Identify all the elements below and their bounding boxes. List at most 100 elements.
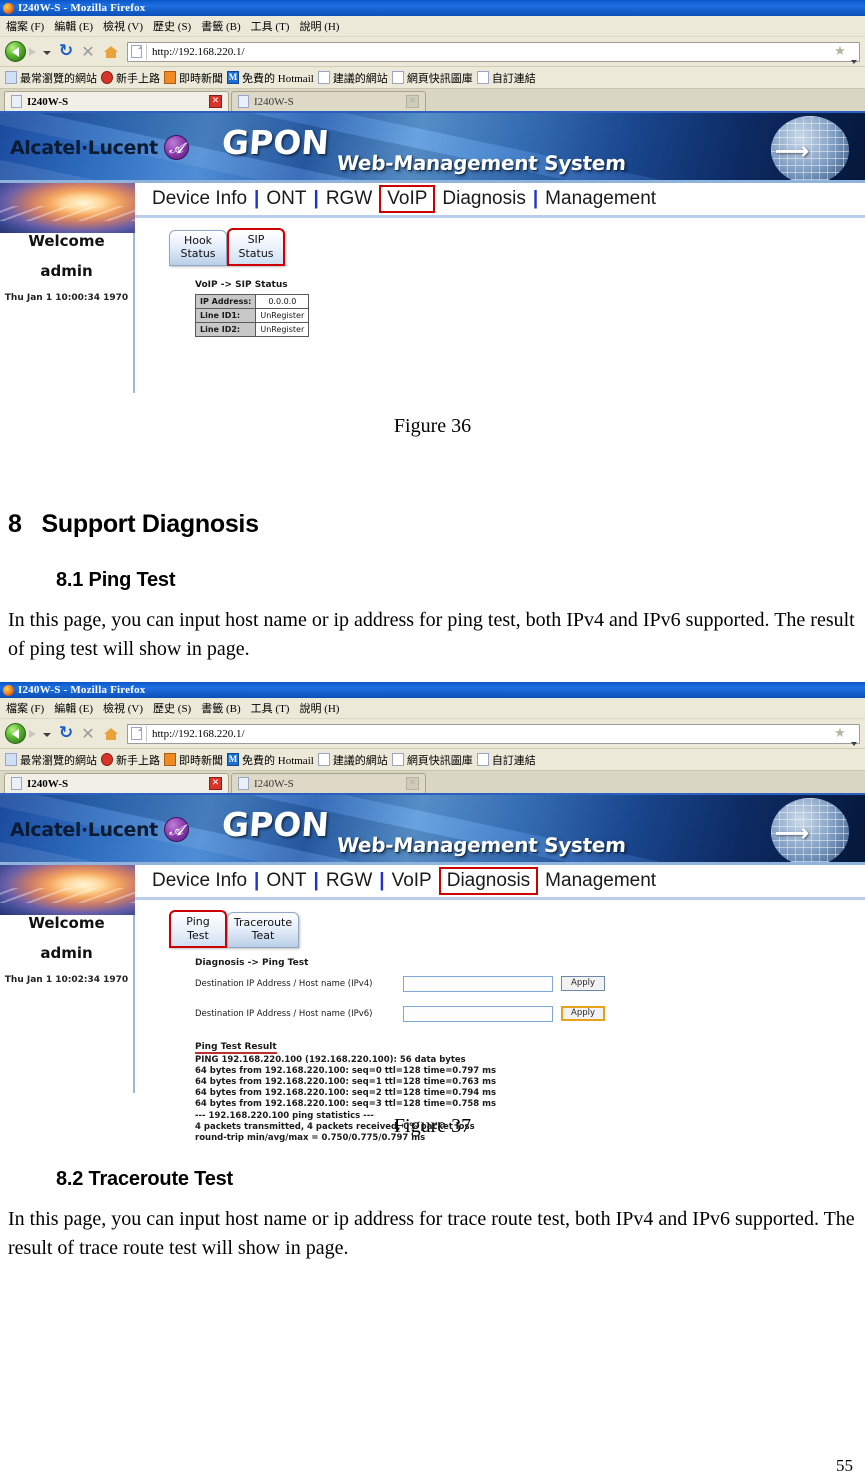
paragraph-8-1: In this page, you can input host name or… — [8, 609, 855, 660]
menu-item-history[interactable]: 歷史 (S) — [153, 18, 191, 34]
browser-tab-active[interactable]: I240W-S ✕ — [4, 91, 229, 111]
bookmark-item-suggested-sites[interactable]: 建議的網站 — [317, 752, 388, 768]
bookmark-label: 即時新聞 — [179, 754, 223, 767]
bookmark-item-most-visited[interactable]: 最常瀏覽的網站 — [5, 70, 97, 86]
menu-item-file[interactable]: 檔案 (F) — [6, 700, 44, 716]
reload-icon[interactable]: ↻ — [56, 41, 76, 62]
close-icon[interactable]: ✕ — [406, 777, 419, 790]
nav-item-device-info[interactable]: Device Info — [145, 870, 254, 892]
bookmark-item-getting-started[interactable]: 新手上路 — [101, 752, 160, 768]
browser-tab-inactive[interactable]: I240W-S ✕ — [231, 91, 426, 111]
menu-item-help[interactable]: 說明 (H) — [299, 700, 339, 716]
browser-tab-inactive[interactable]: I240W-S ✕ — [231, 773, 426, 793]
bookmark-star-icon[interactable]: ★ — [833, 726, 847, 741]
ipv6-host-input[interactable] — [403, 1005, 553, 1022]
close-icon[interactable]: ✕ — [209, 95, 222, 108]
nav-item-management[interactable]: Management — [538, 870, 663, 892]
ping-ipv4-row: Destination IP Address / Host name (IPv4… — [195, 975, 865, 992]
menu-item-view[interactable]: 檢視 (V) — [103, 18, 143, 34]
gpon-banner: Alcatel·Lucent GPON Web-Management Syste… — [0, 795, 865, 865]
figure-caption-36: Figure 36 — [393, 415, 472, 437]
bookmark-item-latest-headlines[interactable]: 即時新聞 — [164, 70, 223, 86]
table-row: IP Address: 0.0.0.0 — [194, 293, 310, 309]
menu-item-view[interactable]: 檢視 (V) — [103, 700, 143, 716]
gpon-title: GPON — [220, 123, 331, 162]
browser-window-1: I240W-S - Mozilla Firefox 檔案 (F) 編輯 (E) … — [0, 0, 865, 393]
tab-ping-test[interactable]: Ping Test — [169, 910, 227, 948]
bookmark-label: 即時新聞 — [179, 72, 223, 85]
hotmail-icon: M — [227, 71, 239, 84]
page-icon — [476, 71, 489, 84]
address-bar[interactable]: http://192.168.220.1/ ★ — [127, 723, 860, 746]
reload-icon[interactable]: ↻ — [56, 723, 76, 744]
apply-ipv4-button[interactable]: Apply — [561, 976, 605, 991]
menu-item-bookmarks[interactable]: 書籤 (B) — [201, 700, 240, 716]
bookmark-item-web-slice-gallery[interactable]: 網頁快訊圖庫 — [391, 752, 473, 768]
menu-item-edit[interactable]: 編輯 (E) — [54, 700, 93, 716]
nav-item-device-info[interactable]: Device Info — [145, 188, 254, 210]
history-dropdown-icon[interactable] — [42, 43, 52, 61]
bookmark-item-most-visited[interactable]: 最常瀏覽的網站 — [5, 752, 97, 768]
navigation-toolbar: ↻ ✕ http://192.168.220.1/ ★ — [0, 37, 865, 67]
page-icon — [476, 753, 489, 766]
bookmark-item-custom-links[interactable]: 自訂連結 — [476, 70, 536, 86]
heading-8-2: 8.2 Traceroute Test — [56, 1168, 234, 1190]
nav-item-diagnosis[interactable]: Diagnosis — [438, 867, 539, 895]
url-text: http://192.168.220.1/ — [152, 727, 245, 740]
nav-item-rgw[interactable]: RGW — [319, 188, 379, 210]
page-favicon-icon — [131, 727, 142, 740]
bookmark-item-web-slice-gallery[interactable]: 網頁快訊圖庫 — [391, 70, 473, 86]
tab-sip-status[interactable]: SIP Status — [227, 228, 285, 266]
nav-item-management[interactable]: Management — [538, 188, 663, 210]
menu-item-tools[interactable]: 工具 (T) — [251, 18, 290, 34]
address-bar[interactable]: http://192.168.220.1/ ★ — [127, 41, 860, 64]
bookmark-item-custom-links[interactable]: 自訂連結 — [476, 752, 536, 768]
bookmark-item-hotmail[interactable]: M 免費的 Hotmail — [227, 752, 314, 768]
close-icon[interactable]: ✕ — [406, 95, 419, 108]
url-text: http://192.168.220.1/ — [152, 45, 245, 58]
menu-item-bookmarks[interactable]: 書籤 (B) — [201, 18, 240, 34]
home-icon[interactable] — [100, 724, 122, 744]
cell-value: UnRegister — [255, 307, 310, 323]
gpon-sidebar-1: Welcome admin Thu Jan 1 10:00:34 1970 — [0, 218, 135, 393]
stop-icon[interactable]: ✕ — [78, 724, 98, 744]
tab-traceroute-test[interactable]: Traceroute Teat — [227, 911, 299, 948]
menu-item-tools[interactable]: 工具 (T) — [251, 700, 290, 716]
back-arrow-icon[interactable] — [5, 723, 26, 744]
nav-item-voip[interactable]: VoIP — [379, 185, 436, 213]
stop-icon[interactable]: ✕ — [78, 42, 98, 62]
page-icon — [391, 71, 404, 84]
forward-arrow-icon[interactable] — [26, 725, 42, 743]
gpon-sidebar-2: Welcome admin Thu Jan 1 10:02:34 1970 — [0, 900, 135, 1093]
nav-item-ont[interactable]: ONT — [259, 188, 313, 210]
menu-bar: 檔案 (F) 編輯 (E) 檢視 (V) 歷史 (S) 書籤 (B) 工具 (T… — [0, 698, 865, 719]
menu-bar: 檔案 (F) 編輯 (E) 檢視 (V) 歷史 (S) 書籤 (B) 工具 (T… — [0, 16, 865, 37]
forward-arrow-icon[interactable] — [26, 43, 42, 61]
cell-value: 0.0.0.0 — [255, 293, 310, 309]
bookmark-item-getting-started[interactable]: 新手上路 — [101, 70, 160, 86]
bookmark-item-latest-headlines[interactable]: 即時新聞 — [164, 752, 223, 768]
tab-hook-status[interactable]: Hook Status — [169, 229, 227, 266]
history-dropdown-icon[interactable] — [42, 725, 52, 743]
nav-item-voip[interactable]: VoIP — [385, 870, 439, 892]
tab-line1: SIP — [247, 233, 265, 246]
apply-ipv6-button[interactable]: Apply — [561, 1006, 605, 1021]
hotmail-icon: M — [227, 753, 239, 766]
nav-item-rgw[interactable]: RGW — [319, 870, 379, 892]
menu-item-file[interactable]: 檔案 (F) — [6, 18, 44, 34]
menu-item-help[interactable]: 說明 (H) — [299, 18, 339, 34]
browser-tab-active[interactable]: I240W-S ✕ — [4, 773, 229, 793]
bookmark-item-hotmail[interactable]: M 免費的 Hotmail — [227, 70, 314, 86]
gpon-nav-strip-1: Device Info | ONT | RGW VoIP Diagnosis |… — [0, 183, 865, 233]
back-arrow-icon[interactable] — [5, 41, 26, 62]
ipv4-host-input[interactable] — [403, 975, 553, 992]
bookmark-item-suggested-sites[interactable]: 建議的網站 — [317, 70, 388, 86]
home-icon[interactable] — [100, 42, 122, 62]
nav-item-ont[interactable]: ONT — [259, 870, 313, 892]
menu-item-history[interactable]: 歷史 (S) — [153, 700, 191, 716]
bookmark-star-icon[interactable]: ★ — [833, 44, 847, 59]
page-title-section-8: 8 Support Diagnosis — [8, 510, 857, 539]
menu-item-edit[interactable]: 編輯 (E) — [54, 18, 93, 34]
nav-item-diagnosis[interactable]: Diagnosis — [435, 188, 532, 210]
close-icon[interactable]: ✕ — [209, 777, 222, 790]
